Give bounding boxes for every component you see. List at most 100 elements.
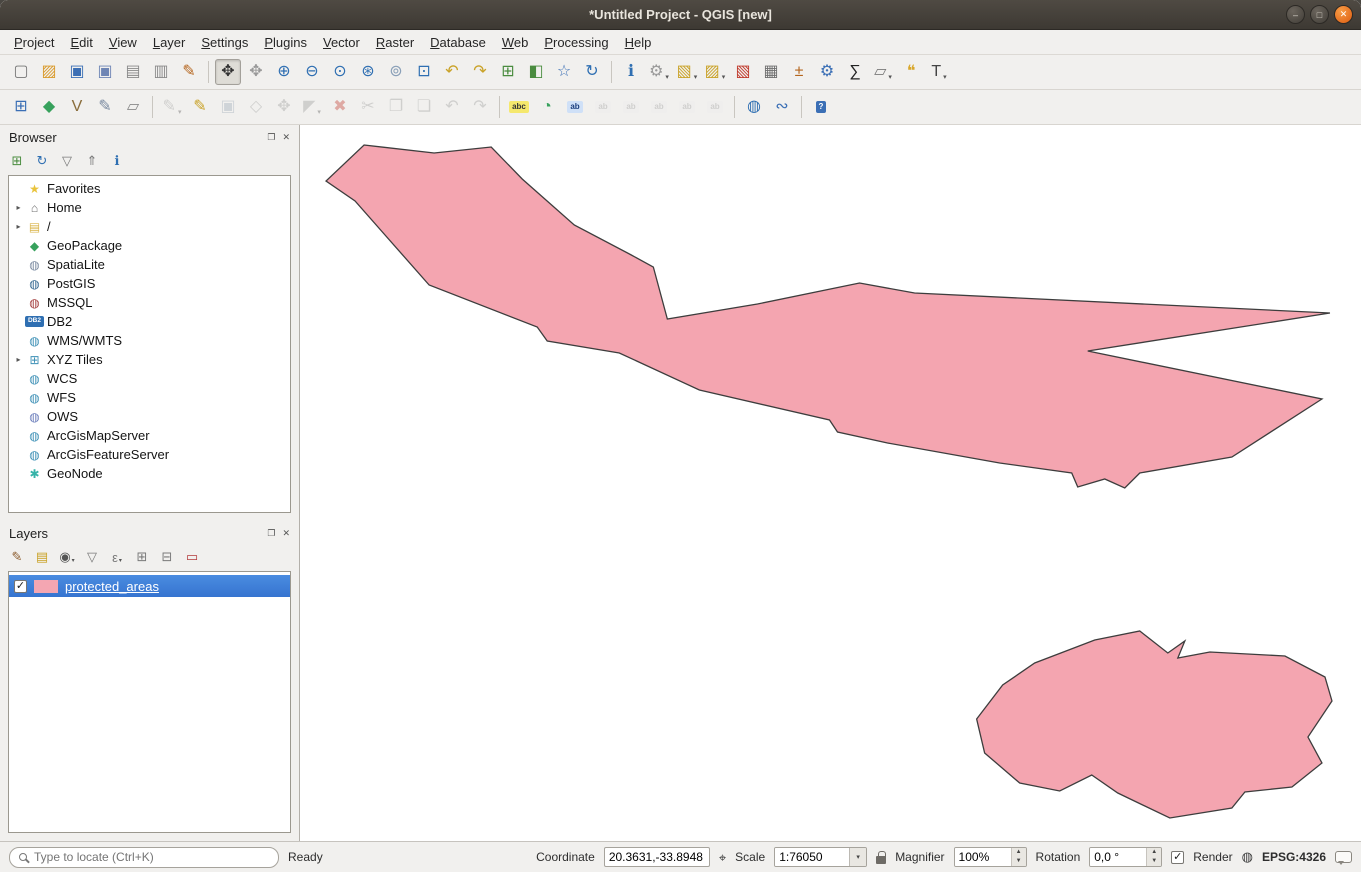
browser-item-wcs[interactable]: ◍WCS [9,369,290,388]
collapse-all-layers-icon[interactable]: ⊟ [157,547,177,567]
pan-to-selection-icon[interactable]: ✥ [243,59,269,85]
style-manager-icon[interactable]: ✎ [176,59,202,85]
menu-vector[interactable]: Vector [315,32,368,53]
browser-item-db2[interactable]: DB2DB2 [9,312,290,331]
browser-item-favorites[interactable]: ★Favorites [9,179,290,198]
show-bookmarks-icon[interactable]: ☆ [551,59,577,85]
crs-globe-icon[interactable]: ◍ [1242,849,1253,865]
browser-item-mssql[interactable]: ◍MSSQL [9,293,290,312]
new-shapefile-layer-icon[interactable]: V [64,94,90,120]
browser-float-button[interactable]: ❐ [267,132,275,143]
layer-labeling-icon[interactable]: abc [506,94,532,120]
layers-float-button[interactable]: ❐ [267,528,275,539]
rotation-spin-down[interactable]: ▼ [1147,857,1161,866]
close-button[interactable]: ✕ [1334,5,1353,24]
options-icon[interactable]: ⚙ [814,59,840,85]
new-spatialite-layer-icon[interactable]: ✎ [92,94,118,120]
minimize-button[interactable]: – [1286,5,1305,24]
browser-item-folder[interactable]: ▸▤/ [9,217,290,236]
layer-checkbox[interactable]: ✓ [14,580,27,593]
menu-web[interactable]: Web [494,32,537,53]
expand-arrow-icon[interactable]: ▸ [12,355,25,364]
browser-item-spatialite[interactable]: ◍SpatiaLite [9,255,290,274]
browser-item-ows[interactable]: ◍OWS [9,407,290,426]
add-group-icon[interactable]: ▤ [32,547,52,567]
browser-item-geonode[interactable]: ✱GeoNode [9,464,290,483]
layer-diagram-icon[interactable]: ◔ [534,94,560,120]
browser-item-wms-wmts[interactable]: ◍WMS/WMTS [9,331,290,350]
deselect-features-icon[interactable]: ▧ [730,59,756,85]
new-virtual-layer-icon[interactable]: ▱ [120,94,146,120]
identify-features-icon[interactable]: ℹ [618,59,644,85]
map-tips-icon[interactable]: ❝ [898,59,924,85]
browser-item-xyz-tiles[interactable]: ▸⊞XYZ Tiles [9,350,290,369]
menu-help[interactable]: Help [617,32,660,53]
menu-project[interactable]: Project [6,32,62,53]
magnifier-spinbox[interactable]: ▲ ▼ [954,847,1027,867]
locator-search[interactable] [9,847,279,868]
expand-arrow-icon[interactable]: ▸ [12,203,25,212]
zoom-in-icon[interactable]: ⊕ [271,59,297,85]
zoom-out-icon[interactable]: ⊖ [299,59,325,85]
browser-item-wfs[interactable]: ◍WFS [9,388,290,407]
scale-input[interactable] [775,848,849,866]
add-selected-layers-icon[interactable]: ⊞ [7,151,27,171]
data-source-manager-icon[interactable]: ⊞ [8,94,34,120]
new-print-layout-icon[interactable]: ▤ [120,59,146,85]
extents-toggle-icon[interactable]: ⌖ [719,851,726,864]
maximize-button[interactable]: □ [1310,5,1329,24]
collapse-all-icon[interactable]: ⇑ [82,151,102,171]
scale-combobox[interactable]: ▾ [774,847,867,867]
browser-close-button[interactable]: ✕ [282,132,290,143]
manage-map-themes-icon[interactable]: ◉▾ [57,547,77,567]
zoom-full-icon[interactable]: ⊛ [355,59,381,85]
show-layout-manager-icon[interactable]: ▥ [148,59,174,85]
zoom-to-selection-icon[interactable]: ⊚ [383,59,409,85]
browser-item-home[interactable]: ▸⌂Home [9,198,290,217]
menu-processing[interactable]: Processing [536,32,616,53]
run-feature-action-icon[interactable]: ⚙▾ [646,59,672,85]
expand-arrow-icon[interactable]: ▸ [12,222,25,231]
messages-icon[interactable] [1335,851,1352,863]
zoom-native-icon[interactable]: ⊙ [327,59,353,85]
browser-item-arcgis-map-server[interactable]: ◍ArcGisMapServer [9,426,290,445]
locator-input[interactable] [34,850,269,864]
help-contents-icon[interactable]: ? [808,94,834,120]
magnifier-spin-up[interactable]: ▲ [1012,848,1026,857]
new-3d-map-view-icon[interactable]: ◧ [523,59,549,85]
menu-plugins[interactable]: Plugins [256,32,315,53]
rotation-spinbox[interactable]: ▲ ▼ [1089,847,1162,867]
scale-dropdown-arrow[interactable]: ▾ [849,848,866,866]
layer-item-protected-areas[interactable]: ✓protected_areas [9,575,290,597]
open-project-icon[interactable]: ▨ [36,59,62,85]
remove-layer-group-icon[interactable]: ▭ [182,547,202,567]
coordinate-input[interactable] [604,847,710,867]
lock-scale-icon[interactable] [876,856,886,864]
select-features-by-value-icon[interactable]: ▨▾ [702,59,728,85]
highlight-pinned-labels-icon[interactable]: ab [562,94,588,120]
new-project-icon[interactable]: ▢ [8,59,34,85]
filter-browser-icon[interactable]: ▽ [57,151,77,171]
measure-icon[interactable]: ▱▾ [870,59,896,85]
crs-status[interactable]: EPSG:4326 [1262,850,1326,864]
filter-legend-icon[interactable]: ▽ [82,547,102,567]
new-geopackage-layer-icon[interactable]: ◆ [36,94,62,120]
field-calculator-icon[interactable]: ± [786,59,812,85]
refresh-map-icon[interactable]: ↻ [579,59,605,85]
layers-close-button[interactable]: ✕ [282,528,290,539]
menu-edit[interactable]: Edit [62,32,100,53]
magnifier-spin-down[interactable]: ▼ [1012,857,1026,866]
render-checkbox[interactable]: ✓ [1171,851,1184,864]
refresh-browser-icon[interactable]: ↻ [32,151,52,171]
save-project-as-icon[interactable]: ▣ [92,59,118,85]
expand-all-icon[interactable]: ⊞ [132,547,152,567]
zoom-last-icon[interactable]: ↶ [439,59,465,85]
filter-by-expression-icon[interactable]: ε▾ [107,547,127,567]
menu-settings[interactable]: Settings [193,32,256,53]
pan-map-icon[interactable]: ✥ [215,59,241,85]
new-map-view-icon[interactable]: ⊞ [495,59,521,85]
metasearch-icon[interactable]: ◍ [741,94,767,120]
rotation-input[interactable] [1090,848,1146,866]
open-attribute-table-icon[interactable]: ▦ [758,59,784,85]
menu-database[interactable]: Database [422,32,494,53]
